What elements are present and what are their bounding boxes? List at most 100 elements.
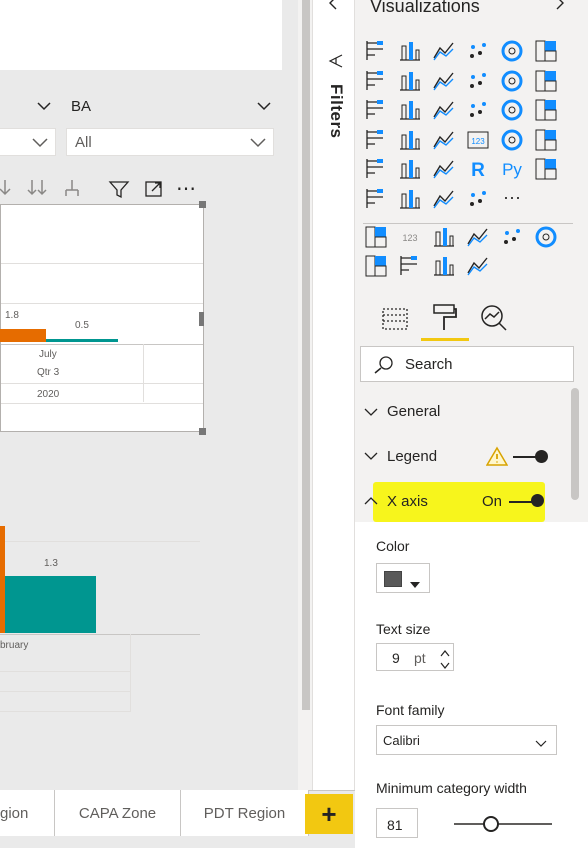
page-tab-region[interactable]: gion <box>0 790 55 836</box>
table-icon[interactable] <box>397 156 423 182</box>
star-icon[interactable] <box>465 224 491 250</box>
min-width-slider-thumb[interactable] <box>483 816 499 832</box>
matrix-icon[interactable] <box>431 156 457 182</box>
custom-visual-icon[interactable] <box>533 224 559 250</box>
collapse-visualizations-icon[interactable] <box>326 0 340 17</box>
min-category-width-input[interactable]: 81 <box>376 808 418 838</box>
more-options-icon[interactable]: ⋯ <box>176 176 197 201</box>
plus-icon: + <box>321 798 337 829</box>
data-label-1: 1.3 <box>44 558 58 569</box>
slicer2-chevron-down-icon[interactable] <box>256 100 272 112</box>
gridline <box>0 541 200 542</box>
font-family-dropdown[interactable]: Calibri <box>376 725 557 755</box>
card-icon[interactable]: 123 <box>465 127 491 153</box>
resize-handle-r[interactable] <box>199 312 204 326</box>
decomposition-tree-icon[interactable] <box>363 186 389 212</box>
slicer1-chevron-down-icon[interactable] <box>36 100 52 112</box>
page-tab-label: CAPA Zone <box>78 804 157 822</box>
pane-scroll-thumb[interactable] <box>571 388 579 500</box>
r-visual-icon[interactable]: R <box>465 156 491 182</box>
section-x-axis-label: X axis <box>387 493 428 510</box>
number-card-icon[interactable]: 123 <box>397 224 423 250</box>
bullet-icon[interactable] <box>499 224 525 250</box>
stacked-bar-icon[interactable] <box>363 38 389 64</box>
timeline-icon[interactable] <box>465 253 491 279</box>
clustered-column-visual-bottom[interactable]: 1.3 bruary <box>0 450 298 720</box>
bar-series2 <box>5 576 96 633</box>
canvas-scroll-thumb[interactable] <box>302 0 310 710</box>
text-size-unit: pt <box>414 650 426 666</box>
filled-map-icon[interactable] <box>397 127 423 153</box>
multi-row-card-icon[interactable] <box>499 127 525 153</box>
color-picker[interactable] <box>376 563 430 593</box>
search-icon <box>374 356 394 378</box>
table-heat-icon[interactable] <box>397 253 423 279</box>
gauge-icon[interactable] <box>431 127 457 153</box>
warning-icon[interactable] <box>485 446 509 470</box>
stepper-down-icon[interactable] <box>439 658 451 676</box>
drill-hierarchy-icon[interactable] <box>62 178 84 203</box>
more-icon[interactable]: ··· <box>499 186 525 212</box>
clustered-column-visual-top[interactable]: 1.8 0.5 July Qtr 3 2020 <box>0 204 204 432</box>
section-general[interactable]: General <box>355 390 575 434</box>
line-chart-icon[interactable] <box>363 68 389 94</box>
clustered-column-icon[interactable] <box>465 38 491 64</box>
pie-icon[interactable] <box>465 97 491 123</box>
format-search-input[interactable]: Search <box>360 346 574 382</box>
100-stacked-column-icon[interactable] <box>533 38 559 64</box>
slicer2-dropdown[interactable]: All <box>66 128 274 156</box>
100-stacked-bar-icon[interactable] <box>499 38 525 64</box>
text-size-value: 9 <box>392 650 400 666</box>
format-tab-icon[interactable] <box>430 302 458 337</box>
filters-label[interactable]: Filters <box>326 84 346 139</box>
top-card-visual[interactable] <box>0 0 282 70</box>
expand-pane-chevron-icon[interactable] <box>553 0 567 17</box>
clustered-bar-icon[interactable] <box>431 38 457 64</box>
fields-tab-icon[interactable] <box>381 305 409 336</box>
bar-series2 <box>46 339 118 342</box>
power-apps-icon[interactable] <box>465 186 491 212</box>
page-tab-capa-zone[interactable]: CAPA Zone <box>55 790 181 836</box>
min-width-slider-track[interactable] <box>454 823 552 825</box>
kpi-icon[interactable] <box>533 127 559 153</box>
area-chart-icon[interactable] <box>397 68 423 94</box>
filters-funnel-icon[interactable] <box>327 52 345 75</box>
key-influencers-icon[interactable] <box>533 156 559 182</box>
line-clustered-column-icon[interactable] <box>499 68 525 94</box>
funnel-icon[interactable] <box>397 97 423 123</box>
smart-narrative-icon[interactable] <box>431 186 457 212</box>
qa-icon[interactable] <box>397 186 423 212</box>
slicer1-dropdown[interactable] <box>0 128 56 156</box>
slicer-icon[interactable] <box>363 156 389 182</box>
add-page-button[interactable]: + <box>305 794 353 834</box>
search-visual-icon[interactable] <box>363 224 389 250</box>
heatmap-icon[interactable] <box>431 224 457 250</box>
stacked-column-icon[interactable] <box>397 38 423 64</box>
filter-icon[interactable] <box>108 179 130 204</box>
python-visual-icon[interactable]: Py <box>499 156 525 182</box>
ribbon-chart-icon[interactable] <box>533 68 559 94</box>
drill-down-icon[interactable] <box>0 178 12 203</box>
focus-mode-icon[interactable] <box>144 179 164 204</box>
resize-handle-br[interactable] <box>199 428 206 435</box>
x-axis-toggle-knob[interactable] <box>531 494 544 507</box>
axis-divider <box>143 344 144 402</box>
x-axis-month-label: bruary <box>0 640 29 651</box>
text-size-stepper[interactable]: 9 pt <box>376 643 454 671</box>
waterfall-icon[interactable] <box>363 97 389 123</box>
min-category-width-value: 81 <box>387 817 403 833</box>
gantt-icon[interactable] <box>363 253 389 279</box>
axis-level-line <box>0 671 130 672</box>
legend-toggle-knob[interactable] <box>535 450 548 463</box>
map-icon[interactable] <box>363 127 389 153</box>
resize-handle-tr[interactable] <box>199 201 206 208</box>
analytics-tab-icon[interactable] <box>480 304 508 337</box>
bar-heat-icon[interactable] <box>431 253 457 279</box>
donut-icon[interactable] <box>499 97 525 123</box>
scatter-icon[interactable] <box>431 97 457 123</box>
page-tab-pdt-region[interactable]: PDT Region <box>181 790 309 836</box>
expand-all-down-icon[interactable] <box>26 178 50 203</box>
stacked-area-icon[interactable] <box>431 68 457 94</box>
treemap-icon[interactable] <box>533 97 559 123</box>
line-column-icon[interactable] <box>465 68 491 94</box>
